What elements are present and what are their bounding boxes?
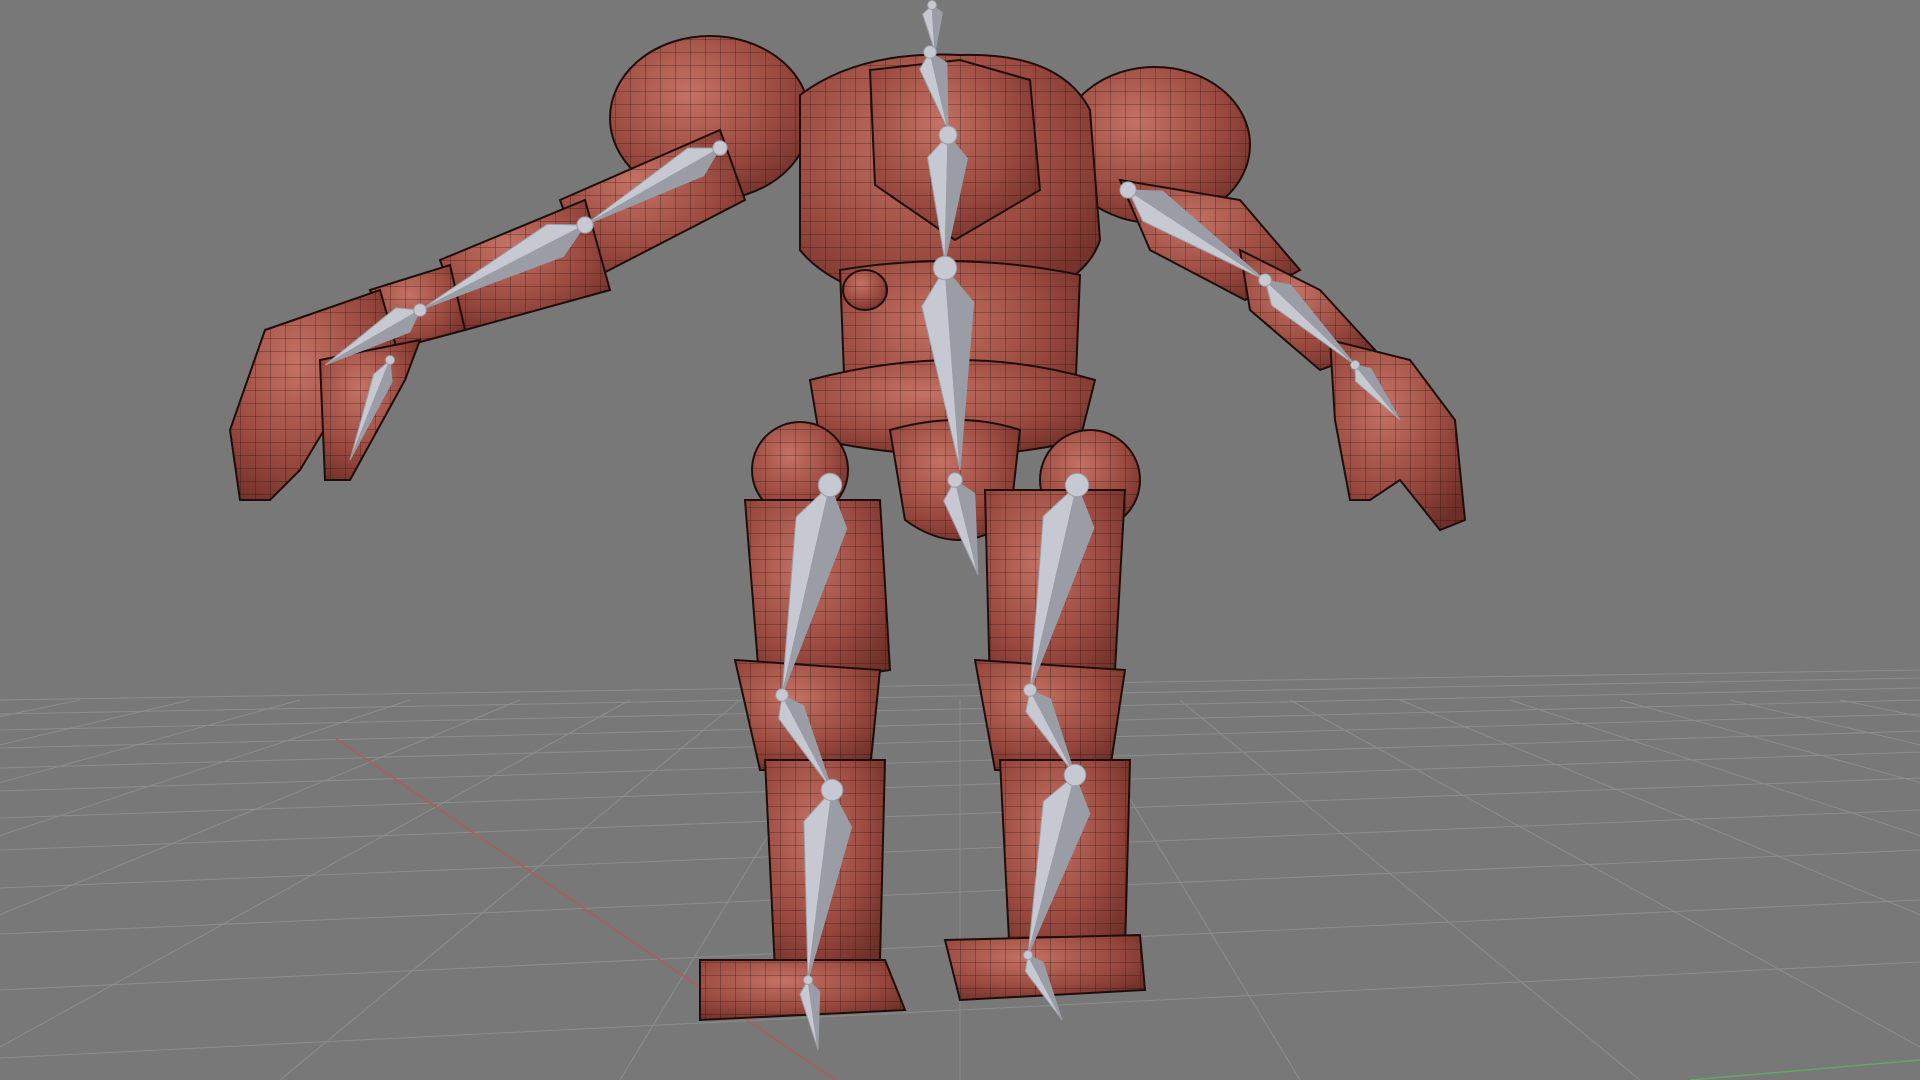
side-vent[interactable]	[842, 269, 888, 311]
viewport-scene[interactable]	[0, 0, 1920, 1080]
3d-viewport[interactable]	[0, 0, 1920, 1080]
